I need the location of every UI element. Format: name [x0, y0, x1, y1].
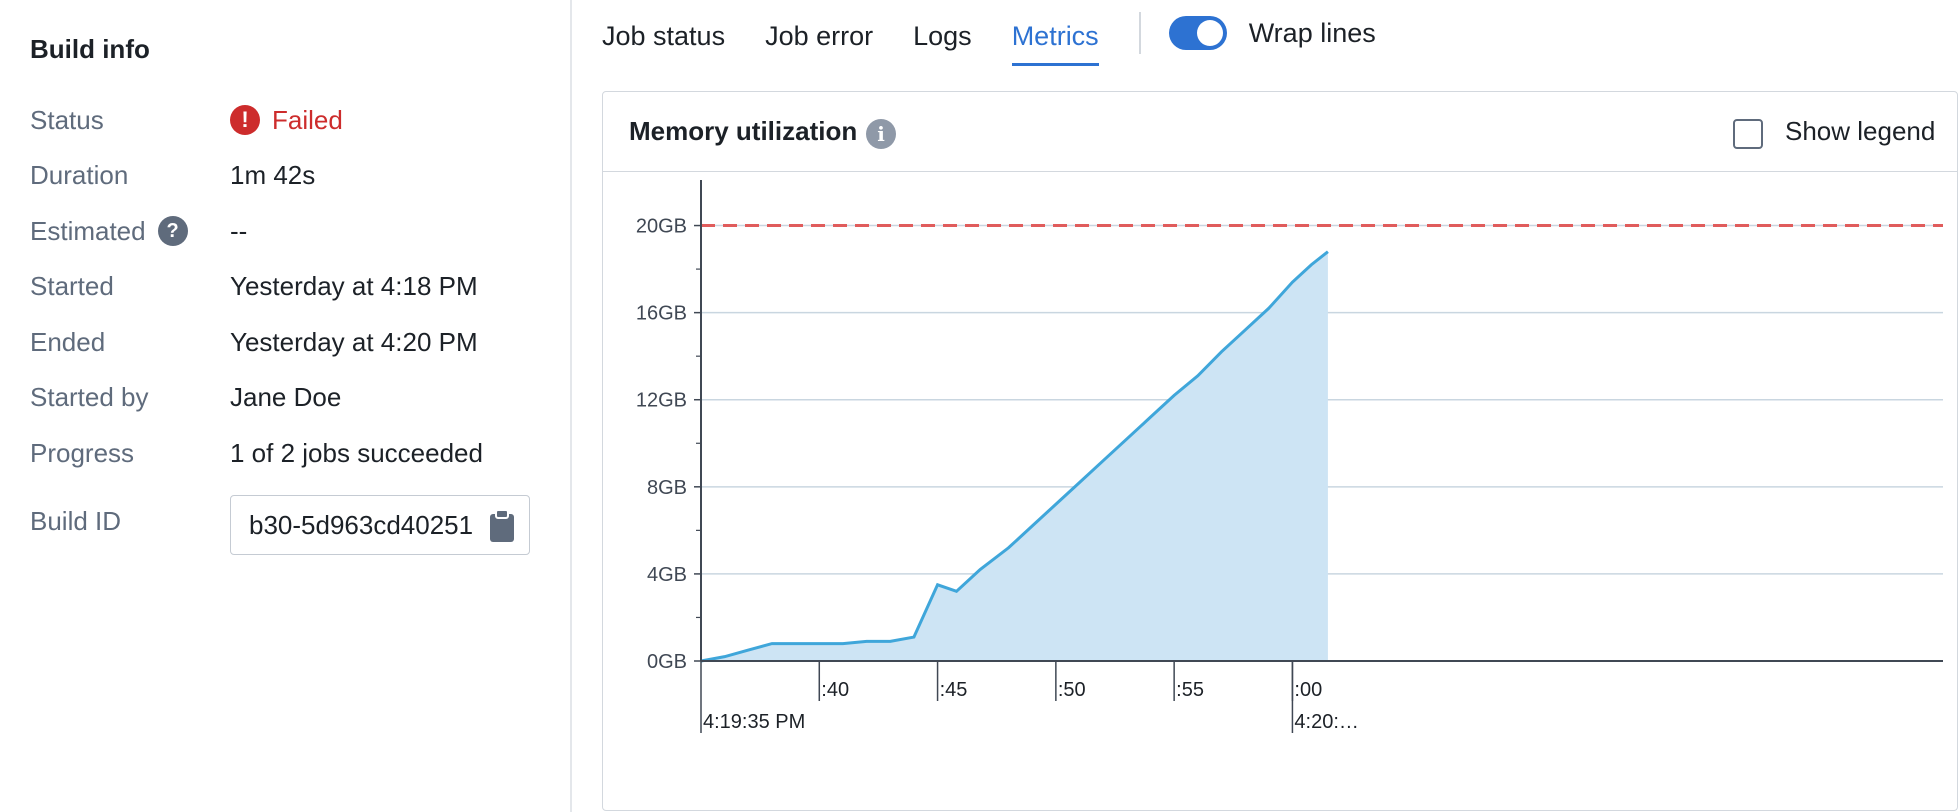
help-icon[interactable]: ?: [157, 216, 188, 247]
x-tick-label: :45: [940, 679, 968, 701]
build-info-title: Build info: [30, 34, 150, 64]
show-legend-checkbox[interactable]: [1733, 119, 1763, 149]
build-id-field[interactable]: b30-5d963cd40251: [230, 495, 530, 555]
card-title: Memory utilization: [629, 116, 858, 146]
tab-metrics[interactable]: Metrics: [1011, 0, 1099, 66]
started-by-value: Jane Doe: [230, 382, 342, 412]
x-tick-label: 4:19:35 PM: [703, 711, 805, 733]
show-legend-label[interactable]: Show legend: [1785, 116, 1935, 147]
build-id-row: Build ID b30-5d963cd40251: [30, 495, 550, 555]
y-tick-label: 12GB: [636, 390, 687, 412]
ended-label: Ended: [30, 327, 106, 357]
started-row: Started Yesterday at 4:18 PM: [30, 266, 550, 306]
status-row: Status ! Failed: [30, 100, 550, 140]
y-tick-label: 20GB: [636, 216, 687, 238]
started-label: Started: [30, 271, 114, 301]
tab-bar: Job status Job error Logs Metrics Wrap l…: [602, 0, 1376, 66]
x-tick-label: :00: [1294, 679, 1322, 701]
x-tick-label: :40: [821, 679, 849, 701]
progress-row: Progress 1 of 2 jobs succeeded: [30, 433, 550, 473]
status-value: Failed: [272, 105, 343, 135]
tab-job-status[interactable]: Job status: [602, 0, 725, 66]
wrap-lines-label: Wrap lines: [1248, 17, 1376, 48]
x-tick-label: 4:20:…: [1294, 711, 1358, 733]
wrap-lines-toggle[interactable]: [1168, 16, 1227, 50]
progress-value: 1 of 2 jobs succeeded: [230, 438, 483, 468]
duration-label: Duration: [30, 160, 129, 190]
estimated-label: Estimated: [30, 216, 146, 246]
memory-chart-card: Memory utilization i Show legend 0GB 4GB 8…: [602, 91, 1958, 811]
progress-label: Progress: [30, 438, 135, 468]
x-tick-label: :55: [1176, 679, 1204, 701]
ended-row: Ended Yesterday at 4:20 PM: [30, 322, 550, 362]
tab-divider: [1138, 12, 1141, 54]
tab-logs[interactable]: Logs: [913, 0, 972, 66]
estimated-label-wrap: Estimated?: [30, 211, 188, 251]
y-tick-label: 4GB: [647, 564, 687, 586]
started-by-row: Started by Jane Doe: [30, 377, 550, 417]
estimated-row: Estimated? --: [30, 211, 550, 251]
status-badge: ! Failed: [230, 100, 343, 140]
info-icon[interactable]: i: [866, 119, 896, 149]
card-header: Memory utilization i Show legend: [603, 92, 1957, 172]
toggle-knob: [1196, 20, 1223, 46]
build-info-panel: Build info Status ! Failed Duration 1m 4…: [0, 0, 572, 812]
memory-chart: 0GB 4GB 8GB 12GB 16GB 20GB 4:19:35 PM :40 :45 :50…: [636, 180, 1943, 733]
build-id-label: Build ID: [30, 506, 122, 536]
clipboard-icon[interactable]: [489, 509, 515, 543]
build-id-value: b30-5d963cd40251: [249, 509, 474, 540]
duration-value: 1m 42s: [230, 160, 316, 190]
tab-job-error[interactable]: Job error: [765, 0, 873, 66]
x-tick-label: :50: [1058, 679, 1086, 701]
started-by-label: Started by: [30, 382, 149, 412]
started-value: Yesterday at 4:18 PM: [230, 271, 478, 301]
status-label: Status: [30, 105, 104, 135]
y-tick-label: 16GB: [636, 303, 687, 325]
ended-value: Yesterday at 4:20 PM: [230, 327, 478, 357]
y-tick-label: 0GB: [647, 651, 687, 673]
estimated-value: --: [230, 216, 248, 246]
error-icon: !: [230, 105, 260, 135]
y-tick-label: 8GB: [647, 477, 687, 499]
duration-row: Duration 1m 42s: [30, 155, 550, 195]
